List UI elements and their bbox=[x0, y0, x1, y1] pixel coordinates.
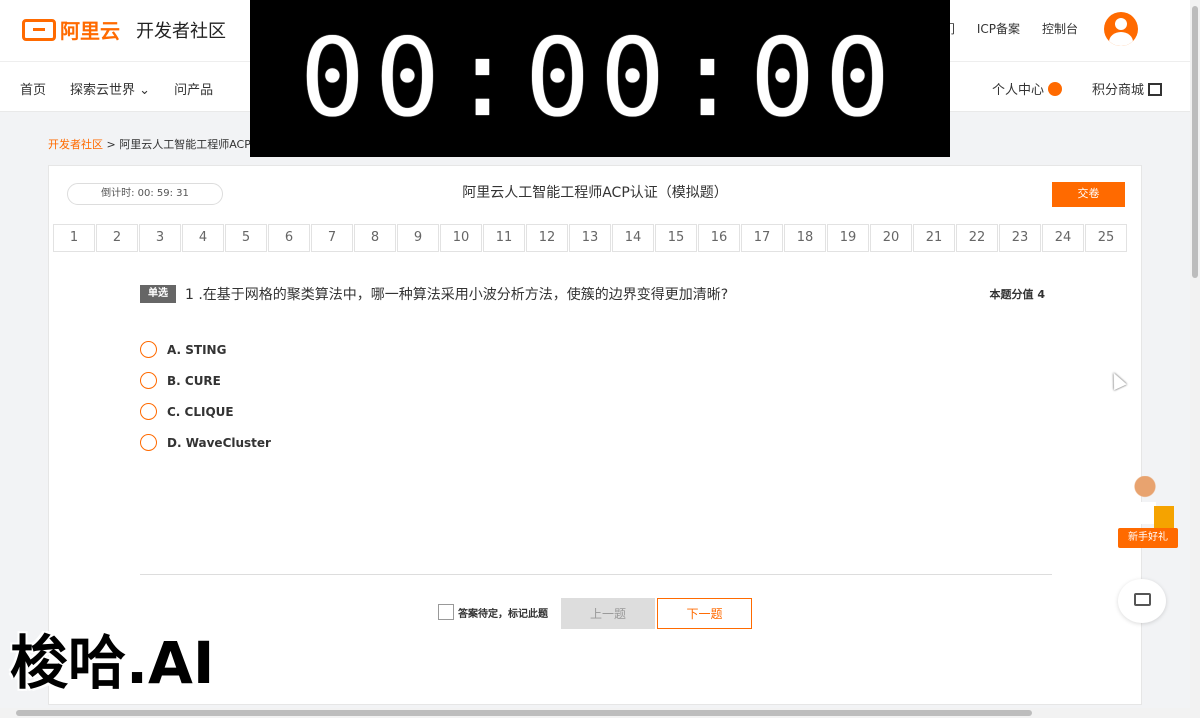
horizontal-scrollbar-thumb[interactable] bbox=[16, 710, 1032, 716]
question-number-19[interactable]: 19 bbox=[827, 224, 869, 252]
answer-option-b[interactable]: B. CURE bbox=[140, 365, 271, 396]
question-score: 本题分值 4 bbox=[990, 286, 1046, 302]
question-number-22[interactable]: 22 bbox=[956, 224, 998, 252]
question-number-21[interactable]: 21 bbox=[913, 224, 955, 252]
question-number-8[interactable]: 8 bbox=[354, 224, 396, 252]
question-number-12[interactable]: 12 bbox=[526, 224, 568, 252]
nav-item-personal-center[interactable]: 个人中心 bbox=[992, 79, 1062, 98]
question-number-17[interactable]: 17 bbox=[741, 224, 783, 252]
previous-question-button[interactable]: 上一题 bbox=[561, 598, 655, 629]
answer-options: A. STING B. CURE C. CLIQUE D. WaveCluste… bbox=[140, 334, 271, 458]
logo-text: 阿里云 bbox=[60, 19, 120, 43]
aliyun-logo[interactable]: 阿里云 开发者社区 bbox=[22, 15, 226, 44]
top-link-icp[interactable]: ICP备案 bbox=[977, 20, 1020, 37]
chevron-down-icon: ⌄ bbox=[139, 83, 151, 98]
question-number-14[interactable]: 14 bbox=[612, 224, 654, 252]
answer-option-c[interactable]: C. CLIQUE bbox=[140, 396, 271, 427]
question-number-2[interactable]: 2 bbox=[96, 224, 138, 252]
breadcrumb-root[interactable]: 开发者社区 bbox=[48, 138, 103, 151]
vertical-scrollbar[interactable] bbox=[1190, 0, 1200, 708]
answer-option-label: B. CURE bbox=[167, 373, 221, 388]
mark-question-toggle[interactable]: 答案待定，标记此题 bbox=[438, 604, 548, 620]
answer-option-a[interactable]: A. STING bbox=[140, 334, 271, 365]
overlay-timer-text: 00:00:00 bbox=[299, 16, 901, 141]
question-number-bar: 1 2 3 4 5 6 7 8 9 10 11 12 13 14 15 16 1… bbox=[53, 224, 1127, 252]
mark-question-checkbox[interactable] bbox=[438, 604, 454, 620]
question-score-value: 4 bbox=[1037, 288, 1045, 301]
question-number-10[interactable]: 10 bbox=[440, 224, 482, 252]
aliyun-logo-icon bbox=[22, 18, 56, 41]
nav-item-home[interactable]: 首页 bbox=[20, 79, 46, 98]
top-link-console[interactable]: 控制台 bbox=[1042, 20, 1078, 37]
question-text: 1 .在基于网格的聚类算法中，哪一种算法采用小波分析方法，使簇的边界变得更加清晰… bbox=[185, 287, 729, 303]
vertical-scrollbar-thumb[interactable] bbox=[1192, 6, 1198, 278]
next-question-button[interactable]: 下一题 bbox=[657, 598, 752, 629]
mark-question-label: 答案待定，标记此题 bbox=[458, 608, 548, 620]
radio-button[interactable] bbox=[140, 372, 157, 389]
submit-exam-button[interactable]: 交卷 bbox=[1052, 182, 1125, 207]
chat-button[interactable] bbox=[1118, 579, 1166, 623]
radio-button[interactable] bbox=[140, 403, 157, 420]
nav-item-points-mall[interactable]: 积分商城 bbox=[1092, 79, 1162, 98]
question-number-7[interactable]: 7 bbox=[311, 224, 353, 252]
radio-button[interactable] bbox=[140, 341, 157, 358]
answer-option-label: D. WaveCluster bbox=[167, 435, 271, 450]
answer-option-label: C. CLIQUE bbox=[167, 404, 234, 419]
newbie-gift-widget[interactable]: 新手好礼 bbox=[1118, 476, 1178, 548]
answer-option-label: A. STING bbox=[167, 342, 227, 357]
question-number-5[interactable]: 5 bbox=[225, 224, 267, 252]
breadcrumb-separator: > bbox=[106, 138, 116, 151]
site-name: 开发者社区 bbox=[136, 20, 226, 42]
question-number-3[interactable]: 3 bbox=[139, 224, 181, 252]
question-number-25[interactable]: 25 bbox=[1085, 224, 1127, 252]
question-number-16[interactable]: 16 bbox=[698, 224, 740, 252]
horizontal-scrollbar[interactable] bbox=[0, 708, 1200, 718]
timer-overlay: 00:00:00 bbox=[250, 0, 950, 157]
question-type-badge: 单选 bbox=[140, 285, 176, 303]
question-number-18[interactable]: 18 bbox=[784, 224, 826, 252]
question-number-23[interactable]: 23 bbox=[999, 224, 1041, 252]
nav-item-explore[interactable]: 探索云世界 ⌄ bbox=[70, 79, 150, 98]
question-number-9[interactable]: 9 bbox=[397, 224, 439, 252]
newbie-gift-label: 新手好礼 bbox=[1118, 528, 1178, 548]
question-number-6[interactable]: 6 bbox=[268, 224, 310, 252]
question-number-15[interactable]: 15 bbox=[655, 224, 697, 252]
question-number-1[interactable]: 1 bbox=[53, 224, 95, 252]
question-score-label: 本题分值 bbox=[989, 288, 1034, 301]
user-avatar-icon[interactable] bbox=[1104, 12, 1138, 46]
gift-box-icon bbox=[1154, 506, 1174, 528]
question-number-4[interactable]: 4 bbox=[182, 224, 224, 252]
divider bbox=[140, 574, 1052, 575]
question-number-13[interactable]: 13 bbox=[569, 224, 611, 252]
nav-item-ask[interactable]: 问产品 bbox=[174, 79, 213, 98]
coin-icon bbox=[1047, 82, 1062, 96]
watermark: 梭哈.AI bbox=[10, 629, 215, 697]
radio-button[interactable] bbox=[140, 434, 157, 451]
question-number-20[interactable]: 20 bbox=[870, 224, 912, 252]
chat-icon bbox=[1134, 593, 1151, 606]
breadcrumb: 开发者社区 > 阿里云人工智能工程师ACP认证 bbox=[48, 136, 273, 152]
gift-icon bbox=[1148, 83, 1162, 96]
exam-title: 阿里云人工智能工程师ACP认证（模拟题） bbox=[462, 185, 728, 201]
question-number-11[interactable]: 11 bbox=[483, 224, 525, 252]
answer-option-d[interactable]: D. WaveCluster bbox=[140, 427, 271, 458]
question-number-24[interactable]: 24 bbox=[1042, 224, 1084, 252]
